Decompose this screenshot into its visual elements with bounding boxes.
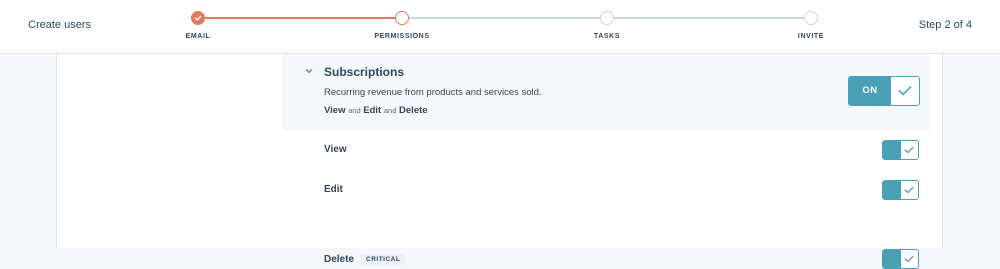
permissions-panel: Subscriptions Recurring revenue from pro… (282, 54, 930, 269)
step-tasks-node (600, 11, 614, 25)
summary-and: and (383, 106, 397, 115)
toggle-fill (883, 181, 901, 199)
toggle-on-label: ON (849, 77, 891, 105)
step-permissions-node (395, 11, 409, 25)
check-icon (194, 15, 202, 21)
toggle-fill (883, 141, 901, 159)
section-title: Subscriptions (324, 65, 405, 79)
progress-track-completed (198, 17, 402, 19)
page-title: Create users (28, 19, 91, 31)
critical-badge: CRITICAL (361, 254, 406, 265)
permission-label-text: Delete (324, 254, 355, 265)
delete-toggle[interactable] (882, 249, 919, 269)
permission-view-label: View (324, 144, 347, 155)
summary-and: and (348, 106, 361, 115)
permission-summary: View and Edit and Delete (324, 105, 428, 116)
step-email-label: EMAIL (185, 33, 211, 40)
permission-edit-label: Edit (324, 184, 343, 195)
section-description: Recurring revenue from products and serv… (324, 87, 542, 98)
permission-label-text: View (324, 144, 347, 155)
subscriptions-toggle[interactable]: ON (848, 76, 920, 106)
view-toggle[interactable] (882, 140, 919, 160)
step-email-node (191, 11, 205, 25)
permission-delete-label: Delete CRITICAL (324, 254, 406, 265)
check-icon (898, 86, 912, 96)
step-invite-label: INVITE (797, 33, 825, 40)
permission-label-text: Edit (324, 184, 343, 195)
summary-delete: Delete (399, 105, 428, 116)
step-tasks-label: TASKS (593, 33, 621, 40)
summary-edit: Edit (363, 105, 382, 116)
summary-view: View (324, 105, 346, 116)
step-indicator: Step 2 of 4 (918, 19, 972, 31)
subscriptions-section-header: Subscriptions Recurring revenue from pro… (282, 54, 930, 130)
check-icon (904, 255, 914, 263)
edit-toggle[interactable] (882, 180, 919, 200)
step-permissions-label: PERMISSIONS (374, 33, 430, 40)
step-invite-node (804, 11, 818, 25)
toggle-fill (883, 250, 901, 268)
chevron-down-icon[interactable] (304, 66, 314, 76)
wizard-header: Create users EMAIL PERMISSIONS TASKS INV… (0, 0, 1000, 54)
check-icon (904, 146, 914, 154)
check-icon (904, 186, 914, 194)
